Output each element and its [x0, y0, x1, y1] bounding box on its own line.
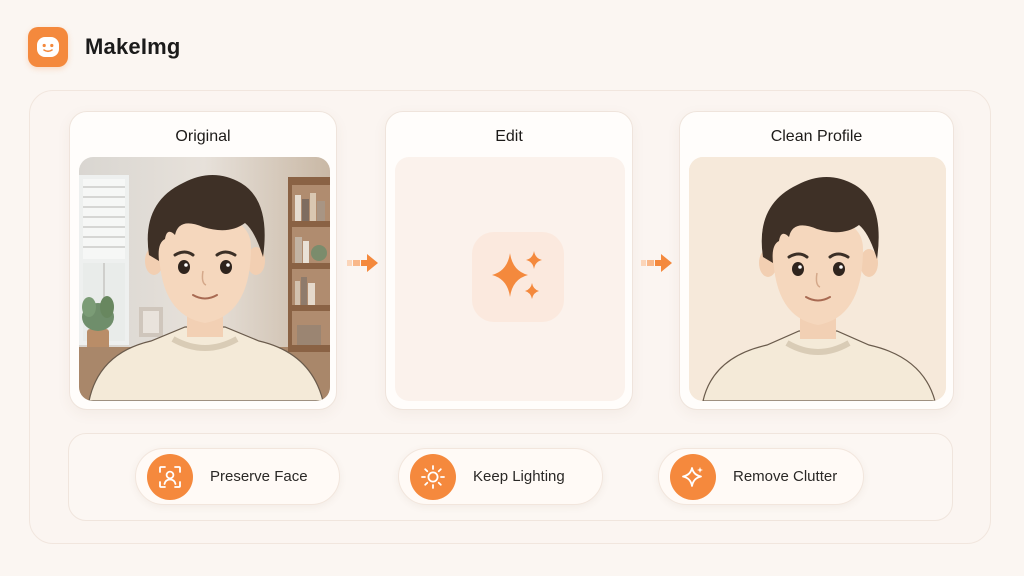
- brand: MakeImg: [28, 27, 181, 67]
- original-image[interactable]: [79, 157, 330, 401]
- original-card: Original: [69, 111, 337, 410]
- feature-label: Keep Lighting: [473, 468, 565, 485]
- feature-label: Preserve Face: [210, 468, 308, 485]
- sparkle-icon: [670, 453, 716, 500]
- face-scan-icon: [147, 453, 193, 500]
- edit-card: Edit: [385, 111, 633, 410]
- clean-profile-card: Clean Profile: [679, 111, 954, 410]
- app-name: MakeImg: [85, 34, 181, 59]
- arrow-right-icon: [641, 251, 673, 280]
- app-logo-icon: [28, 27, 68, 67]
- feature-keep-lighting[interactable]: Keep Lighting: [398, 448, 603, 505]
- clean-profile-title: Clean Profile: [770, 128, 863, 145]
- arrow-right-icon: [347, 251, 379, 280]
- original-title: Original: [175, 128, 231, 145]
- sun-icon: [410, 453, 456, 500]
- feature-preserve-face[interactable]: Preserve Face: [135, 448, 340, 505]
- clean-profile-image[interactable]: [689, 157, 946, 401]
- sparkle-icon[interactable]: [472, 232, 564, 322]
- edit-area[interactable]: [395, 157, 625, 401]
- edit-title: Edit: [495, 128, 523, 145]
- feature-label: Remove Clutter: [733, 468, 838, 485]
- feature-remove-clutter[interactable]: Remove Clutter: [658, 448, 864, 505]
